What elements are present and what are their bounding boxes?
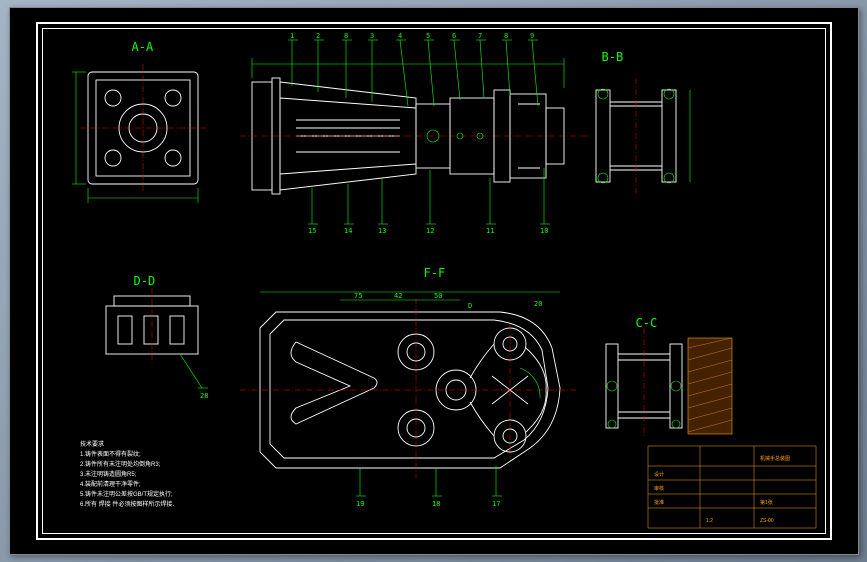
label-d-top: D (468, 302, 472, 310)
tb-checked: 审核 (654, 485, 664, 492)
technical-notes: 技术要求 1.铸件表面不得有裂纹; 2.铸件所有未注明处均倒角R3; 3.未注明… (80, 440, 174, 508)
note-title: 技术要求 (80, 440, 104, 448)
balloon-11: 11 (486, 227, 494, 235)
balloon-5: 5 (426, 32, 430, 40)
view-aa (72, 64, 206, 203)
view-bb (596, 78, 690, 194)
balloon-14: 14 (344, 227, 352, 235)
view-ff: 75 42 50 D 20 19 18 17 (240, 292, 576, 508)
balloon-12: 12 (426, 227, 434, 235)
balloon-17: 17 (492, 500, 500, 508)
view-dd: 28 (106, 288, 208, 400)
note-3: 3.未注明铸造圆角R5; (80, 470, 137, 478)
tb-scale: 1:2 (706, 518, 713, 524)
balloon-1: 1 (290, 32, 294, 40)
dim-ff-b: 42 (394, 292, 402, 300)
title-block: 机械手总装图 设计 审核 批准 1:2 ZS-00 第1张 (648, 446, 816, 528)
balloon-4: 4 (398, 32, 402, 40)
balloon-6: 6 (452, 32, 456, 40)
tb-drawn: 设计 (654, 471, 664, 478)
balloon-2: 2 (316, 32, 320, 40)
balloon-9: 9 (530, 32, 534, 40)
tb-approved: 批准 (654, 499, 664, 506)
dim-ff-e: 20 (534, 300, 542, 308)
dim-ff-c: 50 (434, 292, 442, 300)
note-6: 6.所有 焊接 件必须按图样所示焊接. (80, 500, 174, 508)
note-2: 2.铸件所有未注明处均倒角R3; (80, 460, 161, 468)
tb-number: ZS-00 (760, 518, 774, 524)
drawing-canvas: A-A B-B C-C D-D F-F (40, 28, 828, 534)
drawing-svg: 1 2 8 3 4 5 6 7 8 9 15 14 13 12 (40, 28, 830, 538)
dim-ff-a: 75 (354, 292, 362, 300)
view-cc (606, 328, 732, 438)
note-4: 4.装配前清理干净零件; (80, 480, 141, 488)
note-5: 5.铸件未注明公差按GB/T规定执行; (80, 490, 173, 498)
balloon-13: 13 (378, 227, 386, 235)
balloon-3: 3 (370, 32, 374, 40)
balloon-28: 28 (200, 392, 208, 400)
note-1: 1.铸件表面不得有裂纹; (80, 450, 141, 458)
tb-sheet: 第1张 (760, 499, 773, 506)
balloon-7: 7 (478, 32, 482, 40)
balloon-19: 19 (356, 500, 364, 508)
balloon-8b: 8 (504, 32, 508, 40)
tb-title: 机械手总装图 (760, 455, 790, 462)
cad-viewport[interactable]: A-A B-B C-C D-D F-F (9, 7, 859, 555)
balloon-18: 18 (432, 500, 440, 508)
balloon-15: 15 (308, 227, 316, 235)
balloon-8a: 8 (344, 32, 348, 40)
view-main-top: 1 2 8 3 4 5 6 7 8 9 15 14 13 12 (240, 32, 590, 235)
balloon-10: 10 (540, 227, 548, 235)
